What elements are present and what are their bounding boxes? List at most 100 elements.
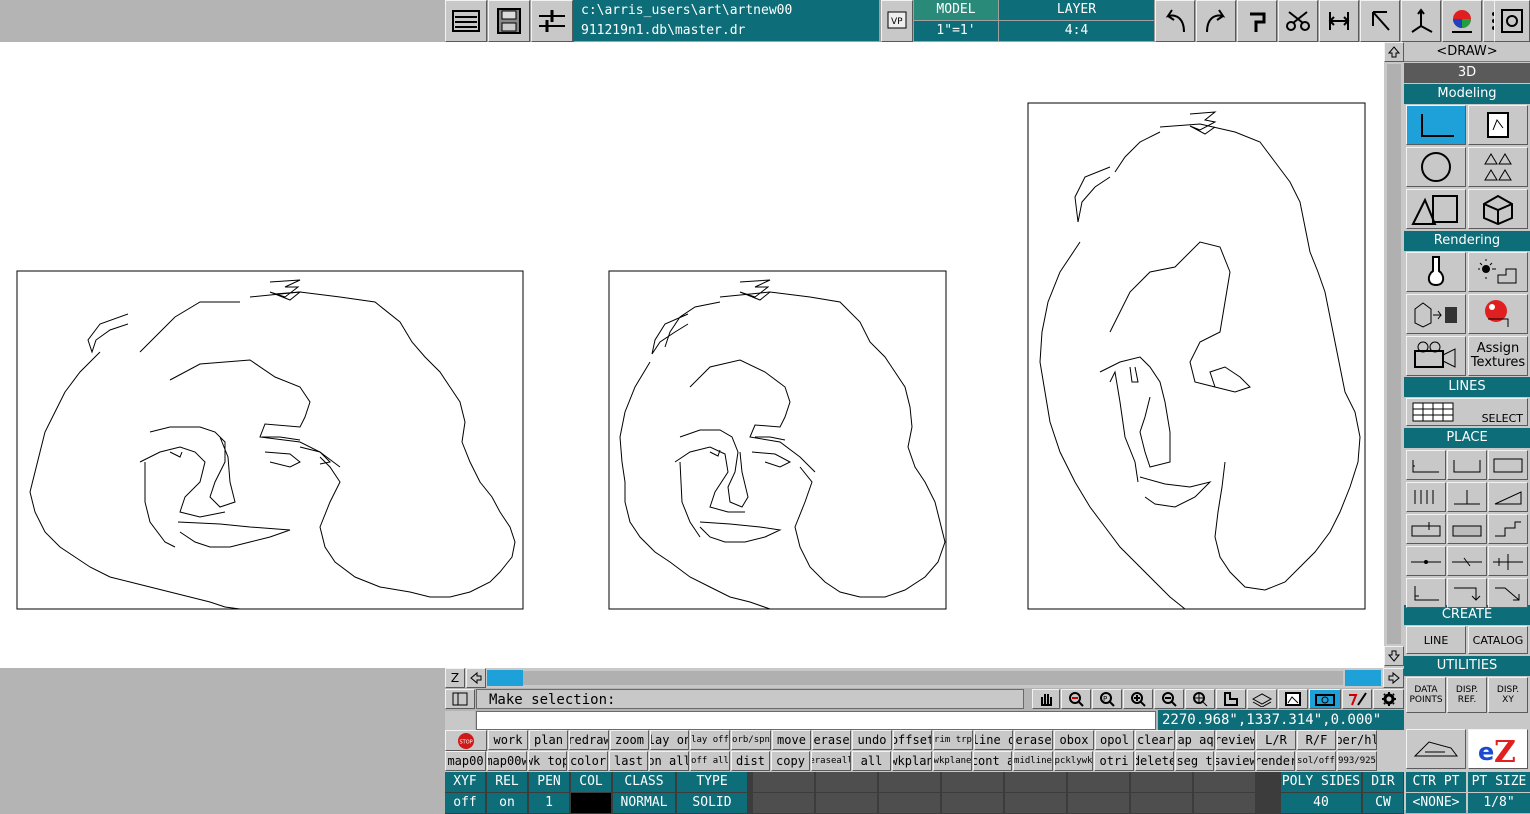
sketch-button[interactable] — [1406, 729, 1466, 769]
scroll-thumb-right[interactable] — [1345, 670, 1381, 686]
drawing-canvas[interactable] — [0, 42, 1384, 668]
solid-tool-button[interactable] — [1468, 189, 1528, 229]
z-button[interactable]: Z — [445, 668, 465, 688]
command-button[interactable]: lay on — [650, 730, 689, 750]
command-button[interactable]: delete — [1135, 751, 1174, 771]
scroll-track-horizontal[interactable] — [523, 671, 1343, 685]
camera-tool-button[interactable] — [1406, 336, 1466, 376]
command-button[interactable]: 993/925 — [1337, 751, 1377, 771]
command-button[interactable]: R/F — [1297, 730, 1336, 750]
scroll-up-button[interactable] — [1384, 42, 1404, 62]
pan-hand-button[interactable] — [1032, 689, 1060, 709]
spotlight-tool-button[interactable] — [1468, 252, 1528, 292]
material-tool-button[interactable] — [1406, 294, 1466, 334]
zoom-out-button[interactable] — [1154, 689, 1184, 709]
place-tool-button[interactable] — [1488, 450, 1528, 480]
command-button[interactable]: on all — [649, 751, 689, 771]
lines-select-button[interactable]: SELECT — [1406, 398, 1528, 426]
redline-button[interactable] — [1342, 689, 1372, 709]
assign-textures-button[interactable]: Assign Textures — [1468, 336, 1528, 376]
place-tool-button[interactable] — [1447, 482, 1487, 512]
command-button[interactable]: ap aq — [1176, 730, 1215, 750]
save-button[interactable] — [488, 0, 530, 42]
place-tool-button[interactable] — [1406, 546, 1446, 576]
xyf-value[interactable]: off — [445, 793, 485, 813]
command-button[interactable]: clear — [1135, 730, 1175, 750]
command-button[interactable]: zoom — [610, 730, 649, 750]
3d-mode-label[interactable]: 3D — [1404, 63, 1530, 83]
model-scale[interactable]: 1"=1' — [914, 21, 998, 41]
place-tool-button[interactable] — [1406, 514, 1446, 544]
zoom-window-button[interactable] — [1061, 689, 1091, 709]
command-button[interactable]: wkplane — [933, 751, 972, 771]
command-button[interactable]: undo — [852, 730, 892, 750]
pen-value[interactable]: 1 — [529, 793, 569, 813]
scroll-track[interactable] — [1387, 64, 1401, 644]
draw-mode-label[interactable]: <DRAW> — [1404, 42, 1530, 62]
ez-logo-button[interactable]: eZ — [1468, 729, 1528, 769]
command-button[interactable]: trim trpt — [933, 730, 973, 750]
disp-xy-button[interactable]: DISP. XY — [1488, 677, 1528, 713]
command-button[interactable]: color — [568, 751, 608, 771]
place-tool-button[interactable] — [1406, 578, 1446, 608]
pt-size-value[interactable]: 1/8" — [1468, 793, 1530, 813]
array-tool-button[interactable] — [1468, 147, 1528, 187]
dir-value[interactable]: CW — [1363, 793, 1403, 813]
vertical-scrollbar[interactable] — [1384, 42, 1404, 668]
place-tool-button[interactable] — [1447, 578, 1487, 608]
command-button[interactable]: pcklywk — [1054, 751, 1093, 771]
scroll-down-button[interactable] — [1384, 646, 1404, 666]
command-button[interactable]: map00 — [445, 751, 486, 771]
create-line-button[interactable]: LINE — [1406, 626, 1466, 654]
command-button[interactable]: review — [1216, 730, 1255, 750]
preferences-button[interactable] — [1373, 689, 1404, 709]
command-button[interactable]: sol/off — [1296, 751, 1336, 771]
portrait-drawing-2[interactable] — [608, 270, 947, 610]
place-tool-button[interactable] — [1447, 546, 1487, 576]
ctr-pt-value[interactable]: <NONE> — [1406, 793, 1466, 813]
zoom-previous-button[interactable]: P — [1092, 689, 1122, 709]
place-tool-button[interactable] — [1488, 546, 1528, 576]
render-sphere-button[interactable] — [1468, 294, 1528, 334]
rel-value[interactable]: on — [487, 793, 527, 813]
move-axis-button[interactable] — [1401, 0, 1441, 42]
command-button[interactable]: per/hl — [1337, 730, 1377, 750]
scroll-left-button[interactable] — [466, 668, 486, 688]
color-swatch[interactable] — [571, 793, 611, 813]
command-button[interactable]: obox — [1054, 730, 1094, 750]
command-button[interactable]: dist — [731, 751, 770, 771]
command-button[interactable]: otri — [1094, 751, 1134, 771]
place-tool-button[interactable] — [1406, 482, 1446, 512]
zoom-center-button[interactable] — [1185, 689, 1215, 709]
command-button[interactable]: saview — [1215, 751, 1255, 771]
command-button[interactable]: erase — [1014, 730, 1053, 750]
command-button[interactable]: line q — [974, 730, 1013, 750]
command-button[interactable]: orb/spn — [731, 730, 771, 750]
circle-tool-button[interactable] — [1406, 147, 1466, 187]
command-button[interactable]: seg t — [1175, 751, 1214, 771]
type-value[interactable]: SOLID — [677, 793, 747, 813]
command-button[interactable]: all — [852, 751, 891, 771]
picture-tool-button[interactable] — [1468, 105, 1528, 145]
stop-button[interactable]: STOP — [445, 730, 487, 751]
disp-ref-button[interactable]: DISP. REF. — [1447, 677, 1487, 713]
command-button[interactable]: cont a — [973, 751, 1012, 771]
place-tool-button[interactable] — [1406, 450, 1446, 480]
trim-button[interactable] — [1278, 0, 1318, 42]
place-tool-button[interactable] — [1447, 450, 1487, 480]
viewport-button[interactable]: VP — [881, 0, 913, 42]
place-tool-button[interactable] — [1488, 578, 1528, 608]
plan-view-button[interactable] — [1216, 689, 1246, 709]
command-button[interactable]: render — [1256, 751, 1295, 771]
command-button[interactable]: off all — [690, 751, 730, 771]
dimension-button[interactable] — [1319, 0, 1359, 42]
settings-slider-button[interactable] — [531, 0, 573, 42]
command-button[interactable]: plan — [529, 730, 568, 750]
command-button[interactable]: last — [609, 751, 648, 771]
place-tool-button[interactable] — [1447, 514, 1487, 544]
portrait-drawing-1[interactable] — [16, 270, 524, 610]
scroll-thumb-left[interactable] — [487, 670, 523, 686]
command-button[interactable]: work — [488, 730, 528, 750]
pointer-button[interactable] — [1360, 0, 1400, 42]
line-tool-button[interactable] — [1406, 105, 1466, 145]
